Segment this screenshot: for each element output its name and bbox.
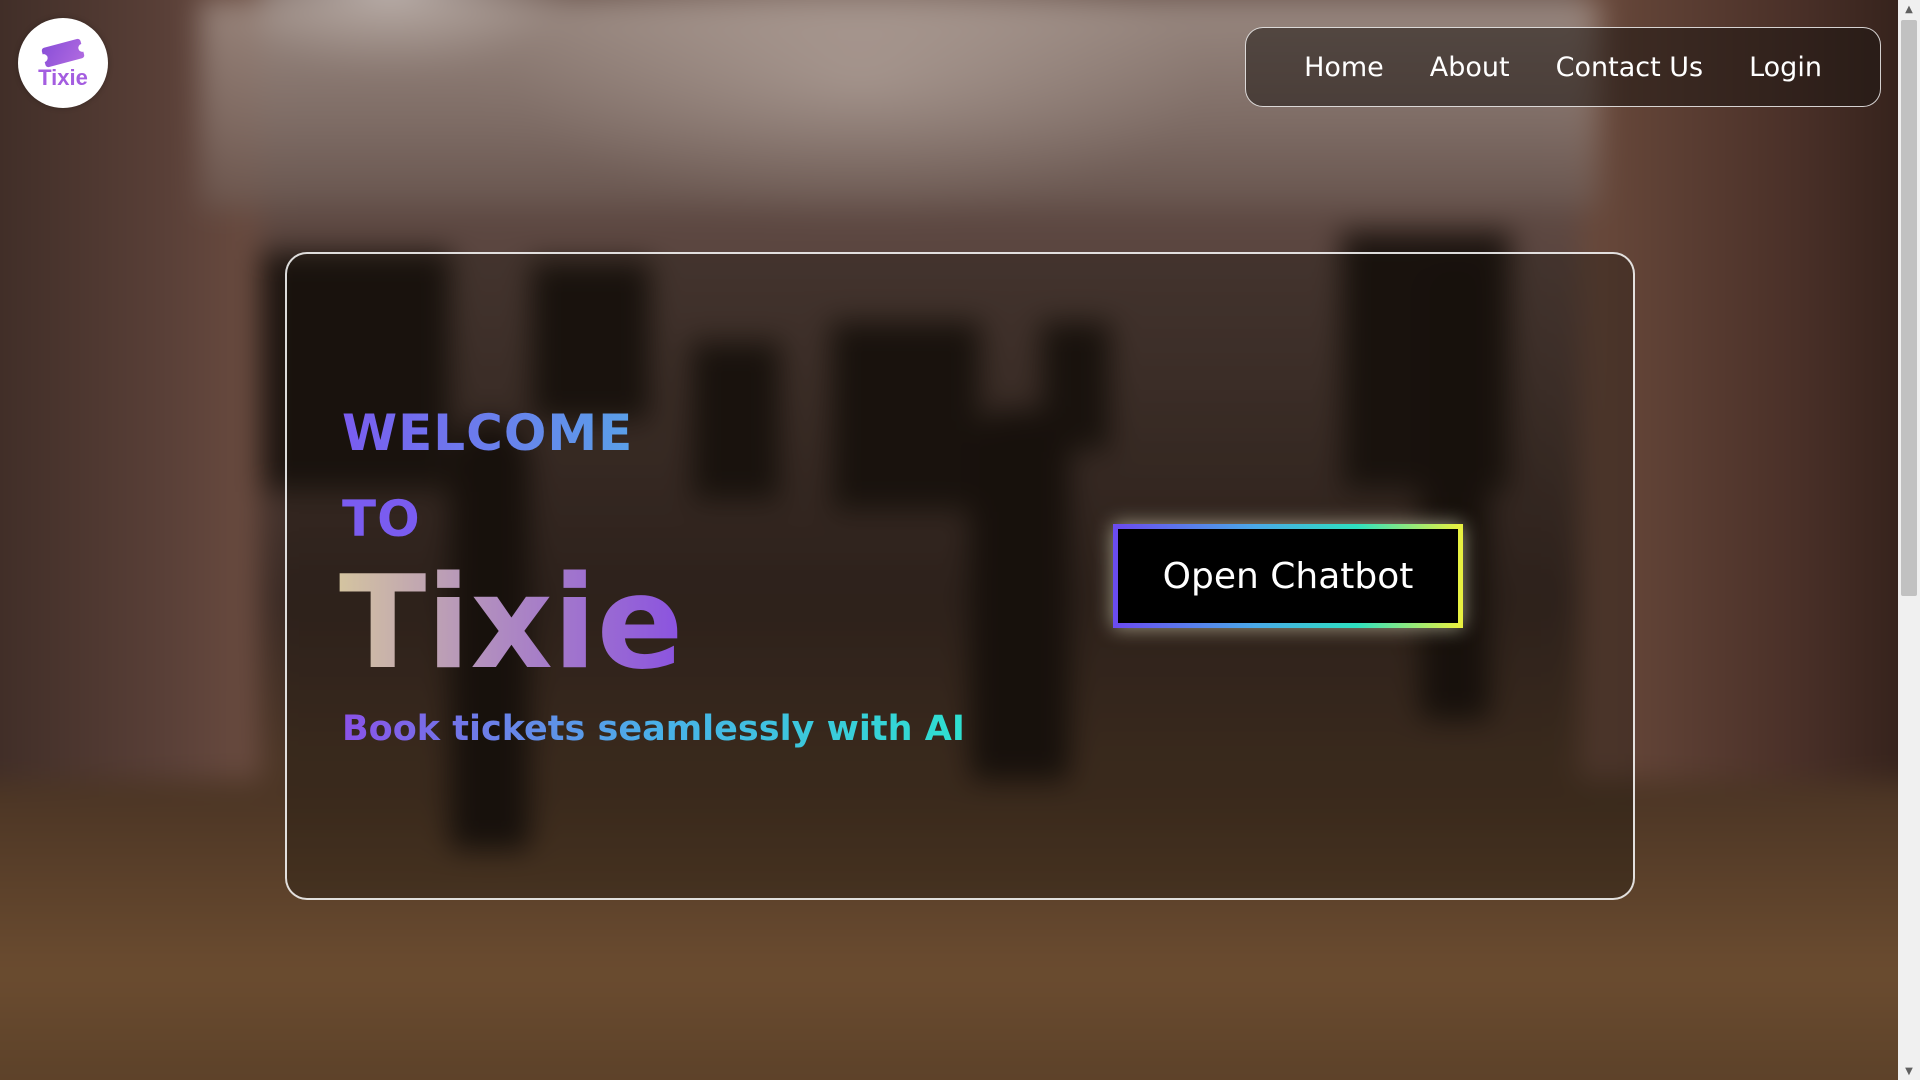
vertical-scrollbar[interactable]: ▲ ▼: [1898, 0, 1920, 1080]
nav-about[interactable]: About: [1430, 52, 1510, 83]
scroll-up-arrow-icon[interactable]: ▲: [1898, 0, 1920, 18]
logo[interactable]: Tixie: [18, 18, 108, 108]
hero-card: WELCOME TO Tixie Book tickets seamlessly…: [285, 252, 1635, 900]
hero-welcome: WELCOME: [342, 404, 634, 462]
hero-title: Tixie: [339, 549, 684, 698]
scroll-down-arrow-icon[interactable]: ▼: [1898, 1062, 1920, 1080]
nav-contact-us[interactable]: Contact Us: [1556, 52, 1703, 83]
hero-to: TO: [342, 490, 421, 548]
page: Tixie Home About Contact Us Login WELCOM…: [0, 0, 1920, 1080]
ticket-icon: [41, 38, 85, 68]
nav-login[interactable]: Login: [1749, 52, 1822, 83]
nav-home[interactable]: Home: [1304, 52, 1384, 83]
logo-text: Tixie: [38, 65, 88, 90]
top-nav: Home About Contact Us Login: [1245, 27, 1881, 107]
hero-tagline: Book tickets seamlessly with AI: [342, 709, 965, 749]
scroll-thumb[interactable]: [1901, 20, 1917, 596]
open-chatbot-button[interactable]: Open Chatbot: [1113, 524, 1463, 628]
